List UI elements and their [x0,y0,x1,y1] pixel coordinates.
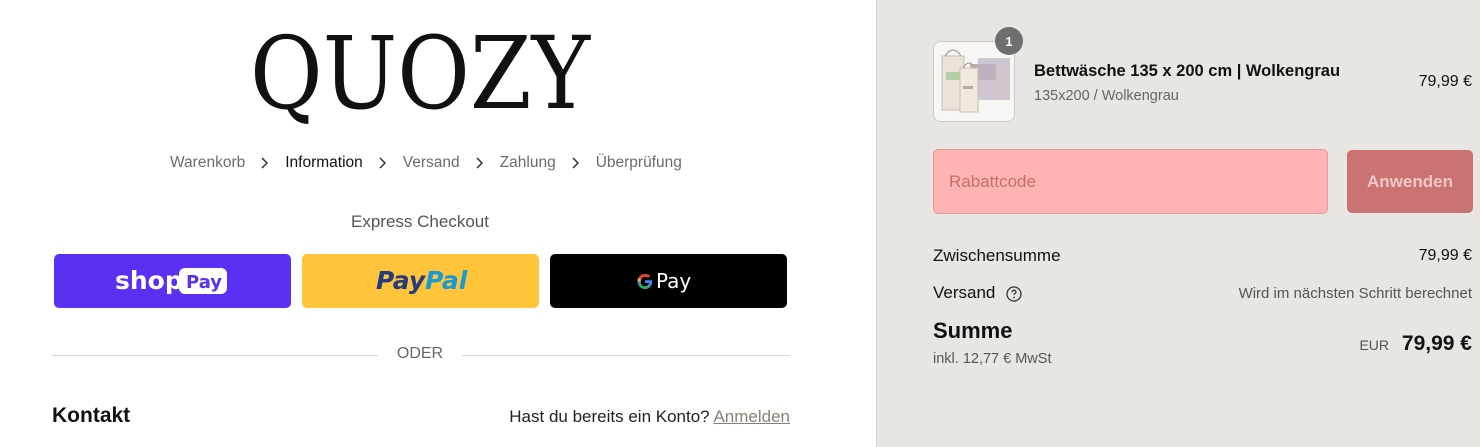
svg-text:shop: shop [115,266,183,295]
breadcrumb: Warenkorb Information Versand Zahlung Üb… [170,154,682,172]
breadcrumb-item-shipping: Versand [402,154,460,171]
logo-text: QUOZY [250,28,591,124]
total-label: Summe [933,318,1013,343]
account-prompt-text: Hast du bereits ein Konto? [509,407,710,426]
subtotal-label: Zwischensumme [933,246,1061,265]
divider-line-right [462,355,790,356]
total-value: 79,99 € [1401,332,1472,355]
account-prompt: Hast du bereits ein Konto? Anmelden [509,407,790,427]
shipping-label: Versand [933,283,996,302]
google-pay-logo: Pay [637,269,691,293]
product-variant: 135x200 / Wolkengrau [1034,88,1179,104]
breadcrumb-item-information: Information [285,154,363,171]
shipping-row: Versand [933,283,1022,303]
breadcrumb-item-payment: Zahlung [499,154,556,171]
chevron-right-icon [261,157,269,169]
breadcrumb-item-cart[interactable]: Warenkorb [170,154,245,172]
paypal-button[interactable]: PayPal [302,254,539,308]
contact-heading: Kontakt [52,404,131,427]
chevron-right-icon [476,157,483,169]
divider-line-left [52,355,378,356]
google-g-icon [637,274,652,289]
chevron-right-icon [379,157,386,169]
breadcrumb-item-review: Überprüfung [595,154,682,171]
discount-code-input[interactable]: Rabattcode [933,149,1328,214]
product-price: 79,99 € [1418,73,1472,90]
shop-pay-button[interactable]: shop Pay [54,254,291,308]
checkout-main: QUOZY Warenkorb Information Versand Zahl… [0,0,876,447]
paypal-logo: PayPal [376,266,468,295]
shipping-note: Wird im nächsten Schritt berechnet [1238,285,1472,302]
svg-text:Pay: Pay [656,269,691,293]
svg-text:PayPal: PayPal [376,266,468,295]
subtotal-value: 79,99 € [1418,247,1472,264]
express-checkout-title: Express Checkout [351,212,489,231]
google-pay-button[interactable]: Pay [550,254,787,308]
apply-discount-button[interactable]: Anwenden [1347,150,1473,213]
quozy-logo[interactable]: QUOZY [250,28,592,124]
quantity-badge: 1 [995,27,1023,55]
currency-code: EUR [1359,337,1389,353]
product-name: Bettwäsche 135 x 200 cm | Wolkengrau [1034,62,1341,80]
divider-label: ODER [396,345,444,362]
shop-pay-logo: shop Pay [115,266,227,295]
svg-text:Pay: Pay [186,272,222,293]
chevron-right-icon [572,157,579,169]
tax-note: inkl. 12,77 € MwSt [933,351,1052,367]
login-link[interactable]: Anmelden [713,407,790,426]
question-circle-icon[interactable] [1006,285,1022,302]
